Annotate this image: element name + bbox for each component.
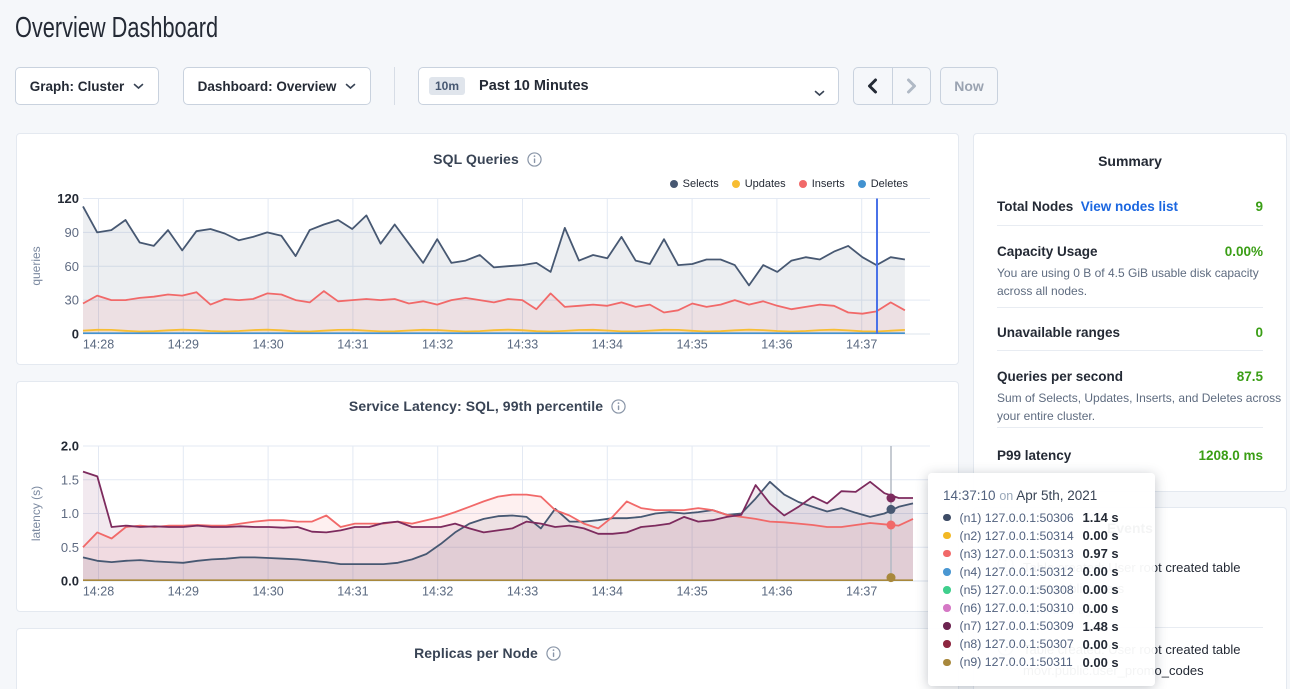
svg-text:14:30: 14:30 <box>252 585 283 599</box>
svg-text:14:31: 14:31 <box>337 585 368 599</box>
svg-text:queries: queries <box>29 246 43 285</box>
svg-text:14:34: 14:34 <box>592 585 623 599</box>
svg-text:latency (s): latency (s) <box>29 486 43 541</box>
svg-text:14:36: 14:36 <box>761 585 792 599</box>
svg-text:14:32: 14:32 <box>422 338 453 352</box>
svg-text:14:30: 14:30 <box>252 338 283 352</box>
svg-text:14:33: 14:33 <box>507 585 538 599</box>
svg-text:14:37: 14:37 <box>846 338 877 352</box>
svg-text:14:35: 14:35 <box>676 585 707 599</box>
svg-text:14:36: 14:36 <box>761 338 792 352</box>
svg-text:90: 90 <box>65 225 79 240</box>
svg-text:60: 60 <box>65 259 79 274</box>
svg-text:14:32: 14:32 <box>422 585 453 599</box>
svg-text:2.0: 2.0 <box>61 439 79 454</box>
svg-text:14:35: 14:35 <box>676 338 707 352</box>
svg-text:30: 30 <box>65 293 79 308</box>
svg-text:14:28: 14:28 <box>83 585 114 599</box>
svg-text:14:37: 14:37 <box>846 585 877 599</box>
svg-text:14:33: 14:33 <box>507 338 538 352</box>
svg-text:1.0: 1.0 <box>61 506 79 521</box>
svg-text:14:28: 14:28 <box>83 338 114 352</box>
svg-text:0.5: 0.5 <box>61 540 79 555</box>
svg-text:14:31: 14:31 <box>337 338 368 352</box>
svg-text:14:29: 14:29 <box>168 585 199 599</box>
svg-text:0: 0 <box>72 327 79 342</box>
svg-text:14:29: 14:29 <box>168 338 199 352</box>
svg-text:120: 120 <box>57 191 79 206</box>
svg-text:14:34: 14:34 <box>592 338 623 352</box>
svg-text:0.0: 0.0 <box>61 574 79 589</box>
svg-text:1.5: 1.5 <box>61 472 79 487</box>
